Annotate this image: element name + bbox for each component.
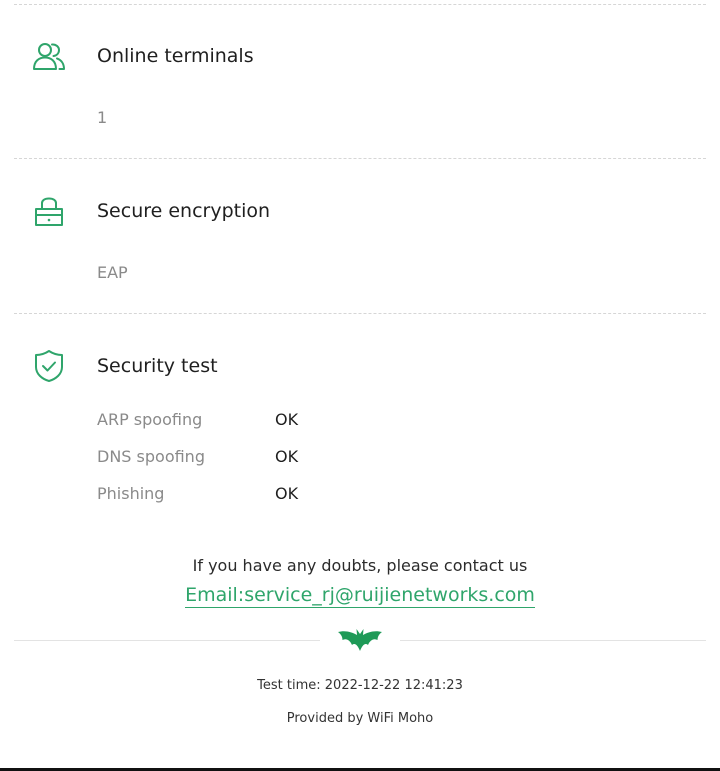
test-name: DNS spoofing (97, 447, 205, 466)
email-link[interactable]: Email:service_rj@ruijienetworks.com (0, 584, 720, 608)
test-result: OK (275, 484, 299, 503)
section-divider (14, 158, 706, 159)
online-terminals-count: 1 (97, 108, 108, 127)
section-title: Online terminals (97, 45, 254, 67)
section-title: Secure encryption (97, 200, 271, 222)
section-divider-top (14, 4, 706, 5)
shield-check-icon (32, 349, 66, 383)
users-icon (32, 40, 66, 74)
footer-divider-left (14, 640, 320, 641)
section-divider (14, 313, 706, 314)
email-link-text[interactable]: Email:service_rj@ruijienetworks.com (185, 584, 535, 608)
bat-logo-icon (336, 626, 384, 656)
test-result: OK (275, 410, 299, 429)
contact-label: If you have any doubts, please contact u… (192, 556, 528, 575)
encryption-type: EAP (97, 263, 128, 282)
test-name: ARP spoofing (97, 410, 203, 429)
footer-divider-right (400, 640, 706, 641)
lock-icon (32, 195, 66, 229)
security-test-row: ARP spoofing OK (97, 410, 397, 432)
test-name: Phishing (97, 484, 165, 503)
security-test-row: DNS spoofing OK (97, 447, 397, 469)
test-result: OK (275, 447, 299, 466)
security-test-row: Phishing OK (97, 484, 397, 506)
section-title: Security test (97, 355, 218, 377)
test-time: Test time: 2022-12-22 12:41:23 (257, 678, 463, 693)
provided-by: Provided by WiFi Moho (286, 711, 434, 726)
